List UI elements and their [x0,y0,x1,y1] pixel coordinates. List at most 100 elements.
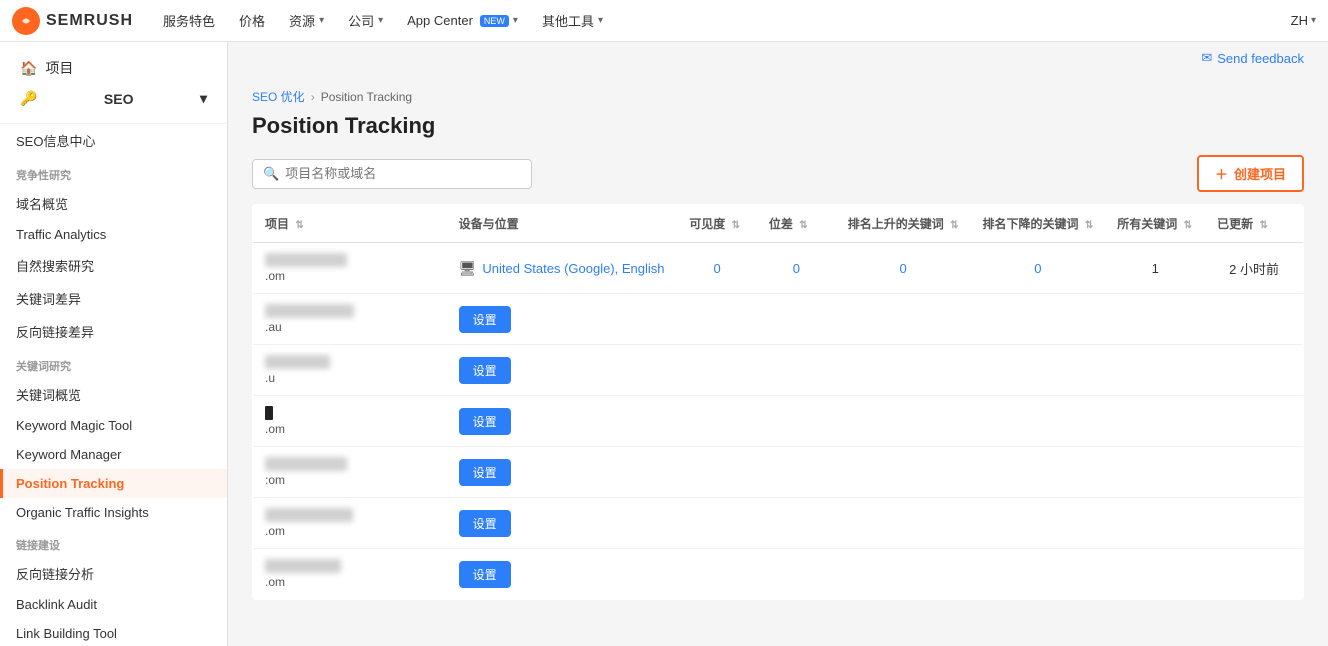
posdiff-cell-4 [757,396,836,447]
project-cell-5: :om [253,447,447,498]
sidebar-item-organic-insights[interactable]: Organic Traffic Insights [0,498,227,527]
sidebar-item-natural-search[interactable]: 自然搜索研究 [0,249,227,282]
setup-button[interactable]: 设置 [459,510,511,537]
allkw-cell-5 [1105,447,1205,498]
setup-button[interactable]: 设置 [459,306,511,333]
rankup-cell-7 [836,549,971,600]
col-visibility: 可见度 ⇅ [677,205,757,243]
sidebar-group-link: 链接建设 [0,527,227,557]
visibility-cell-4 [677,396,757,447]
device-cell-1: 🖥 United States (Google), English [447,243,678,294]
send-feedback-button[interactable]: ✉ Send feedback [1201,42,1304,74]
rankdown-cell-6 [970,498,1105,549]
sidebar-item-keyword-overview[interactable]: 关键词概览 [0,378,227,411]
main-layout: 🏠 项目 🔑 SEO ▾ SEO信息中心 竞争性研究 域名概览 Traffic … [0,42,1328,646]
sidebar-item-link-building[interactable]: Link Building Tool [0,619,227,646]
visibility-cell-5 [677,447,757,498]
sort-up-icon[interactable]: ⇅ [950,220,958,231]
device-cell-3: 设置 [447,345,678,396]
table-row: .om 设置 [253,498,1304,549]
rankdown-cell-7 [970,549,1105,600]
nav-item-resources[interactable]: 资源 ▾ [279,5,334,36]
sidebar-seo-section[interactable]: 🔑 SEO ▾ [12,84,215,113]
nav-item-pricing[interactable]: 价格 [229,5,275,36]
sort-pos-icon[interactable]: ⇅ [799,220,807,231]
updated-cell-1: 2 小时前 [1205,243,1303,294]
nav-items: 服务特色 价格 资源 ▾ 公司 ▾ App Center NEW ▾ 其他工具 … [153,5,1291,36]
page-title: Position Tracking [228,109,1328,155]
visibility-cell-1: 0 [677,243,757,294]
allkw-cell-2 [1105,294,1205,345]
breadcrumb-parent[interactable]: SEO 优化 [252,88,305,105]
setup-button[interactable]: 设置 [459,561,511,588]
nav-item-appcenter[interactable]: App Center NEW ▾ [397,5,528,36]
col-device: 设备与位置 [447,205,678,243]
setup-button[interactable]: 设置 [459,357,511,384]
allkw-cell-1: 1 [1105,243,1205,294]
nav-item-features[interactable]: 服务特色 [153,5,225,36]
logo-icon [12,7,40,35]
sidebar-item-backlink-diff[interactable]: 反向链接差异 [0,315,227,348]
project-thumb [265,457,347,471]
allkw-cell-6 [1105,498,1205,549]
sidebar-group-competitive: 竞争性研究 [0,157,227,187]
visibility-cell-2 [677,294,757,345]
search-box[interactable]: 🔍 [252,159,532,189]
sort-all-icon[interactable]: ⇅ [1184,220,1192,231]
allkw-cell-4 [1105,396,1205,447]
sort-down-icon[interactable]: ⇅ [1085,220,1093,231]
table-row: .om 设置 [253,396,1304,447]
updated-cell-5 [1205,447,1303,498]
location-info[interactable]: 🖥 United States (Google), English [459,260,666,277]
allkw-cell-7 [1105,549,1205,600]
table-row: .om 🖥 United States (Google), English 00… [253,243,1304,294]
sidebar-group-keyword: 关键词研究 [0,348,227,378]
project-domain: :om [265,473,435,487]
table-row: :om 设置 [253,447,1304,498]
sidebar-item-keyword-diff[interactable]: 关键词差异 [0,282,227,315]
project-cell-3: .u [253,345,447,396]
sidebar-item-traffic-analytics[interactable]: Traffic Analytics [0,220,227,249]
setup-button[interactable]: 设置 [459,408,511,435]
sidebar-item-backlink-audit[interactable]: Backlink Audit [0,590,227,619]
rankdown-cell-2 [970,294,1105,345]
search-input[interactable] [285,166,521,181]
project-cell-6: .om [253,498,447,549]
nav-right: ZH ▾ [1291,13,1316,28]
projects-table: 项目 ⇅ 设备与位置 可见度 ⇅ 位差 ⇅ [252,204,1304,600]
updated-cell-6 [1205,498,1303,549]
sort-vis-icon[interactable]: ⇅ [732,220,740,231]
project-cell-1: .om [253,243,447,294]
project-cell-7: .om [253,549,447,600]
sidebar-item-keyword-magic[interactable]: Keyword Magic Tool [0,411,227,440]
sort-project-icon[interactable]: ⇅ [295,220,303,231]
feedback-icon: ✉ [1201,50,1212,66]
location-text: United States (Google), English [482,261,664,276]
create-project-button[interactable]: ＋ 创建项目 [1197,155,1304,192]
project-info: :om [265,457,435,487]
seo-expand-icon: ▾ [200,90,207,107]
nav-item-tools[interactable]: 其他工具 ▾ [532,5,613,36]
sidebar-item-backlink-analysis[interactable]: 反向链接分析 [0,557,227,590]
sort-updated-icon[interactable]: ⇅ [1260,220,1268,231]
sidebar: 🏠 项目 🔑 SEO ▾ SEO信息中心 竞争性研究 域名概览 Traffic … [0,42,228,646]
nav-item-company[interactable]: 公司 ▾ [338,5,393,36]
sidebar-item-domain-overview[interactable]: 域名概览 [0,187,227,220]
project-domain: .om [265,269,435,283]
col-rankup: 排名上升的关键词 ⇅ [836,205,971,243]
setup-button[interactable]: 设置 [459,459,511,486]
device-cell-5: 设置 [447,447,678,498]
sidebar-item-home[interactable]: 🏠 项目 [12,52,215,84]
sidebar-item-seo-info[interactable]: SEO信息中心 [0,124,227,157]
rankup-cell-3 [836,345,971,396]
sidebar-item-keyword-manager[interactable]: Keyword Manager [0,440,227,469]
rankup-cell-5 [836,447,971,498]
table-row: .au 设置 [253,294,1304,345]
sidebar-item-position-tracking[interactable]: Position Tracking [0,469,227,498]
logo[interactable]: SEMRUSH [12,7,133,35]
feedback-row: ✉ Send feedback [228,42,1328,74]
breadcrumb-separator: › [311,90,315,104]
project-thumb [265,355,330,369]
language-selector[interactable]: ZH ▾ [1291,13,1316,28]
rankup-cell-2 [836,294,971,345]
